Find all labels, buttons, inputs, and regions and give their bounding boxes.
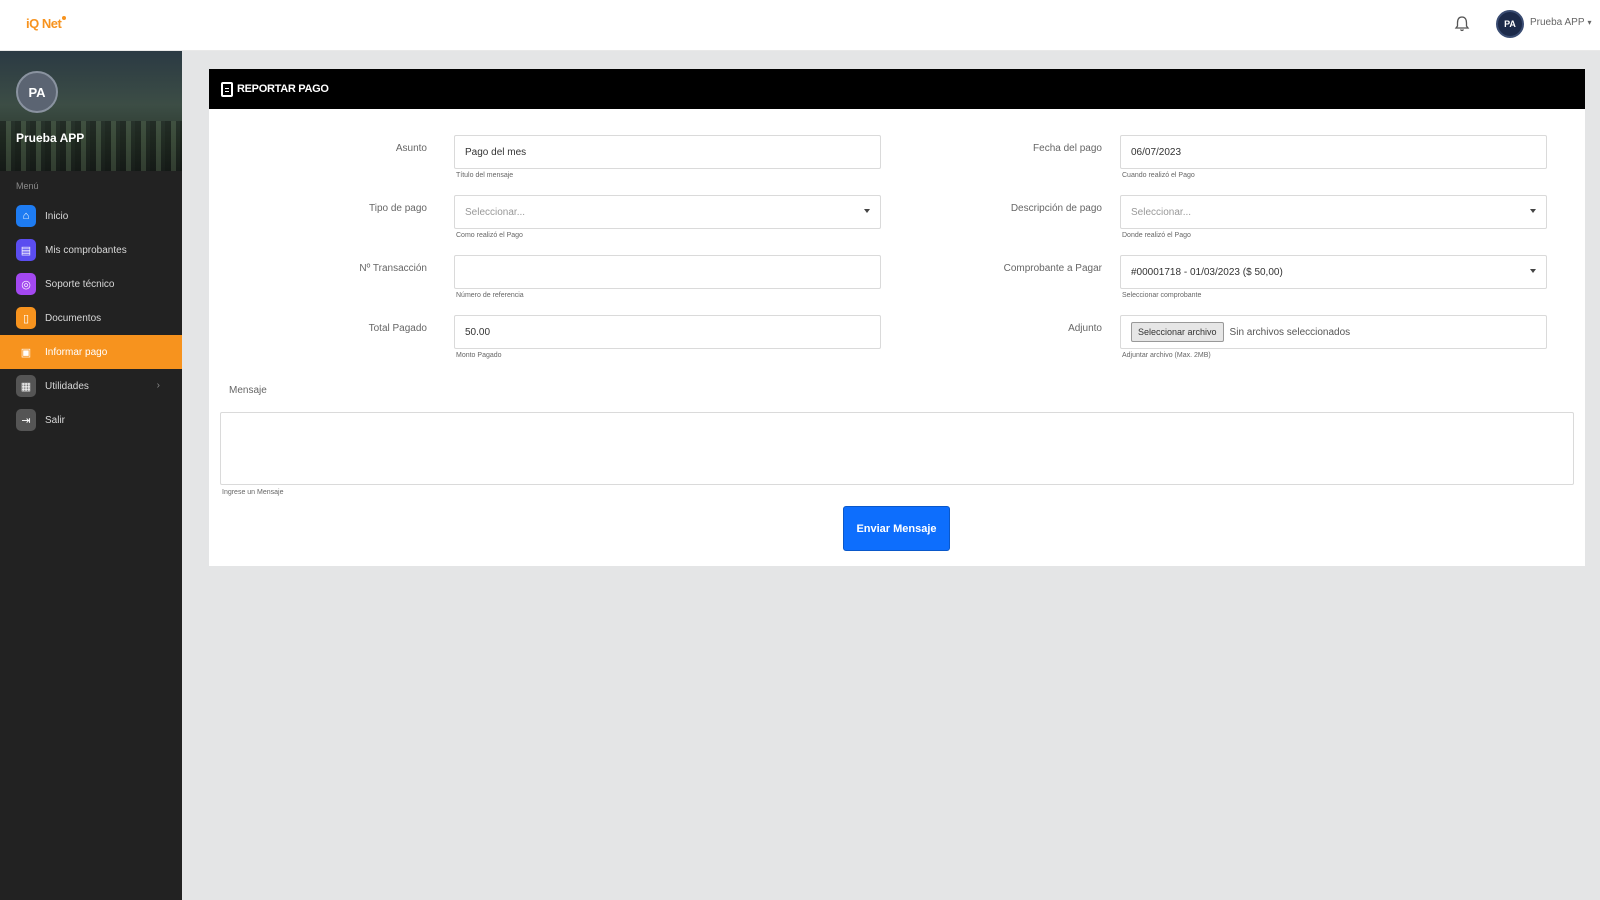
sidebar-item-label: Salir — [45, 414, 66, 426]
select-file-button[interactable]: Seleccionar archivo — [1131, 322, 1224, 342]
comprobante-help: Seleccionar comprobante — [1122, 292, 1202, 299]
descripcion-pago-label: Descripción de pago — [1010, 203, 1102, 214]
descripcion-pago-help: Donde realizó el Pago — [1122, 232, 1191, 239]
sidebar-item-salir[interactable]: ⇥ Salir — [0, 403, 182, 437]
asunto-input[interactable]: Pago del mes — [454, 135, 881, 169]
card-title: REPORTAR PAGO — [237, 83, 329, 95]
chevron-down-icon — [864, 209, 870, 213]
transaccion-input[interactable] — [454, 255, 881, 289]
sidebar-item-label: Inicio — [45, 210, 69, 222]
user-menu[interactable]: Prueba APP ▾ — [1530, 17, 1592, 28]
user-avatar[interactable]: PA — [1496, 10, 1524, 38]
sidebar-profile-banner: PA Prueba APP — [0, 51, 182, 171]
sidebar-item-label: Utilidades — [45, 380, 89, 392]
brand-logo[interactable]: iQ Net — [26, 16, 67, 31]
sidebar-avatar[interactable]: PA — [16, 71, 58, 113]
fecha-pago-help: Cuando realizó el Pago — [1122, 172, 1195, 179]
sidebar-item-soporte-tecnico[interactable]: ◎ Soporte técnico — [0, 267, 182, 301]
file-status: Sin archivos seleccionados — [1229, 326, 1351, 338]
tipo-pago-select[interactable]: Seleccionar... — [454, 195, 881, 229]
payment-icon: ▣ — [20, 346, 32, 359]
chevron-down-icon — [1530, 209, 1536, 213]
chevron-right-icon: › — [156, 380, 160, 391]
card-header: REPORTAR PAGO — [209, 69, 1585, 109]
total-pagado-input[interactable]: 50.00 — [454, 315, 881, 349]
comprobante-select[interactable]: #00001718 - 01/03/2023 ($ 50,00) — [1120, 255, 1547, 289]
notification-bell-icon[interactable] — [1454, 15, 1470, 33]
tipo-pago-help: Como realizó el Pago — [456, 232, 523, 239]
chevron-down-icon: ▾ — [1587, 18, 1592, 27]
tipo-pago-label: Tipo de pago — [368, 203, 427, 214]
sidebar-item-utilidades[interactable]: ▦ Utilidades › — [0, 369, 182, 403]
chevron-down-icon — [1530, 269, 1536, 273]
sidebar-user-name: Prueba APP — [16, 131, 85, 145]
mensaje-textarea[interactable] — [220, 412, 1574, 485]
transaccion-help: Número de referencia — [456, 292, 524, 299]
descripcion-pago-select[interactable]: Seleccionar... — [1120, 195, 1547, 229]
adjunto-file-input[interactable]: Seleccionar archivo Sin archivos selecci… — [1120, 315, 1547, 349]
receipt-icon: ▤ — [16, 239, 36, 261]
fecha-pago-input[interactable]: 06/07/2023 — [1120, 135, 1547, 169]
comprobante-label: Comprobante a Pagar — [1003, 263, 1102, 274]
mensaje-help: Ingrese un Mensaje — [222, 489, 284, 496]
sidebar-item-mis-comprobantes[interactable]: ▤ Mis comprobantes — [0, 233, 182, 267]
sidebar-item-informar-pago[interactable]: ▣ Informar pago — [0, 335, 182, 369]
briefcase-icon: ▦ — [16, 375, 36, 397]
adjunto-label: Adjunto — [1068, 323, 1102, 334]
banner-background-image — [0, 121, 182, 171]
fecha-pago-label: Fecha del pago — [1033, 143, 1102, 154]
home-icon: ⌂ — [16, 205, 36, 227]
asunto-help: Título del mensaje — [456, 172, 514, 179]
report-payment-card: REPORTAR PAGO Asunto Pago del mes Título… — [209, 69, 1585, 566]
sidebar: PA Prueba APP Menú ⌂ Inicio ▤ Mis compro… — [0, 51, 182, 900]
support-icon: ◎ — [16, 273, 36, 295]
logout-icon: ⇥ — [16, 409, 36, 431]
mensaje-label: Mensaje — [229, 385, 267, 396]
send-message-button[interactable]: Enviar Mensaje — [843, 506, 950, 551]
sidebar-item-label: Soporte técnico — [45, 278, 115, 290]
sidebar-item-label: Informar pago — [45, 346, 108, 358]
document-icon: ▯ — [16, 307, 36, 329]
sidebar-item-label: Documentos — [45, 312, 102, 324]
adjunto-help: Adjuntar archivo (Max. 2MB) — [1122, 352, 1211, 359]
document-icon — [221, 81, 233, 97]
sidebar-item-label: Mis comprobantes — [45, 244, 127, 256]
asunto-label: Asunto — [395, 143, 427, 154]
sidebar-section-label: Menú — [16, 181, 39, 191]
transaccion-label: Nº Transacción — [359, 263, 427, 274]
sidebar-item-inicio[interactable]: ⌂ Inicio — [0, 199, 182, 233]
total-pagado-help: Monto Pagado — [456, 352, 502, 359]
total-pagado-label: Total Pagado — [368, 323, 427, 334]
sidebar-item-documentos[interactable]: ▯ Documentos — [0, 301, 182, 335]
top-bar: iQ Net PA Prueba APP ▾ — [0, 0, 1600, 51]
